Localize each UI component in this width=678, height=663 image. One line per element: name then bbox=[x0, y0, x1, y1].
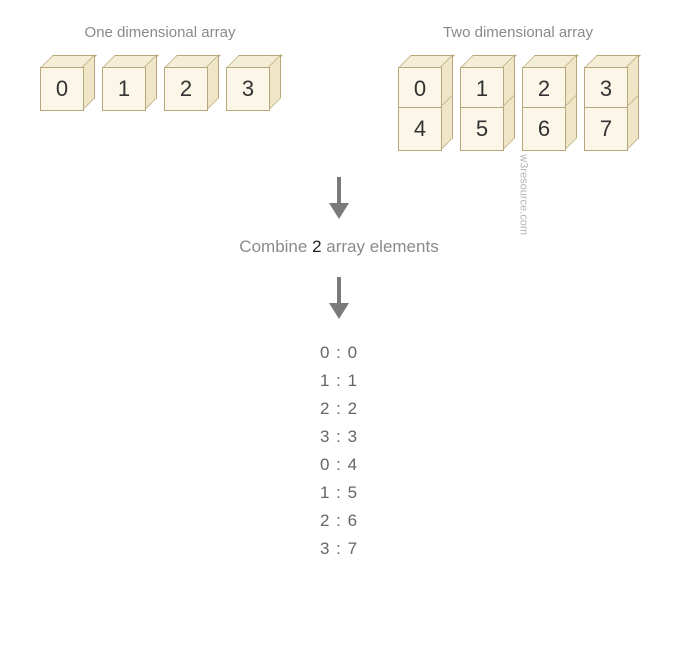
arrow-down-icon bbox=[325, 175, 353, 219]
arrow-down-icon bbox=[325, 275, 353, 319]
cube: 2 bbox=[522, 55, 576, 109]
cube: 0 bbox=[398, 55, 452, 109]
cube: 7 bbox=[584, 107, 638, 151]
two-d-row-2: 4 5 6 7 bbox=[398, 107, 638, 151]
two-d-title: Two dimensional array bbox=[443, 24, 593, 41]
cube: 4 bbox=[398, 107, 452, 151]
cube: 0 bbox=[40, 55, 94, 109]
cube-value: 4 bbox=[398, 107, 442, 151]
cube: 2 bbox=[164, 55, 218, 109]
arrays-row: One dimensional array 0 1 2 3 Two dimens… bbox=[0, 0, 678, 151]
cube-value: 2 bbox=[164, 67, 208, 111]
cube-value: 0 bbox=[40, 67, 84, 111]
cube: 3 bbox=[226, 55, 280, 109]
combine-count: 2 bbox=[312, 237, 321, 256]
output-row: 0 : 4 bbox=[320, 455, 358, 475]
cube-value: 6 bbox=[522, 107, 566, 151]
cube-value: 1 bbox=[460, 67, 504, 111]
cube: 1 bbox=[102, 55, 156, 109]
cube-value: 7 bbox=[584, 107, 628, 151]
combine-label: Combine 2 array elements bbox=[0, 237, 678, 257]
output-row: 0 : 0 bbox=[320, 343, 358, 363]
output-row: 1 : 5 bbox=[320, 483, 358, 503]
output-row: 2 : 6 bbox=[320, 511, 358, 531]
credit-text: w3resource.com bbox=[518, 154, 530, 235]
cube-value: 0 bbox=[398, 67, 442, 111]
cube-value: 5 bbox=[460, 107, 504, 151]
combine-prefix: Combine bbox=[239, 237, 312, 256]
cube: 3 bbox=[584, 55, 638, 109]
one-d-array-block: One dimensional array 0 1 2 3 bbox=[40, 24, 280, 151]
cube-value: 3 bbox=[226, 67, 270, 111]
output-row: 2 : 2 bbox=[320, 399, 358, 419]
cube: 1 bbox=[460, 55, 514, 109]
combine-suffix: array elements bbox=[322, 237, 439, 256]
cube-value: 2 bbox=[522, 67, 566, 111]
cube-value: 3 bbox=[584, 67, 628, 111]
two-d-row-1: 0 1 2 3 bbox=[398, 55, 638, 109]
cube: 5 bbox=[460, 107, 514, 151]
one-d-row: 0 1 2 3 bbox=[40, 55, 280, 109]
output-block: 0 : 0 1 : 1 2 : 2 3 : 3 0 : 4 1 : 5 2 : … bbox=[0, 339, 678, 563]
output-row: 3 : 7 bbox=[320, 539, 358, 559]
cube-value: 1 bbox=[102, 67, 146, 111]
one-d-title: One dimensional array bbox=[85, 24, 236, 41]
cube: 6 bbox=[522, 107, 576, 151]
output-row: 3 : 3 bbox=[320, 427, 358, 447]
two-d-array-block: Two dimensional array 0 1 2 3 4 5 6 7 bbox=[398, 24, 638, 151]
output-row: 1 : 1 bbox=[320, 371, 358, 391]
